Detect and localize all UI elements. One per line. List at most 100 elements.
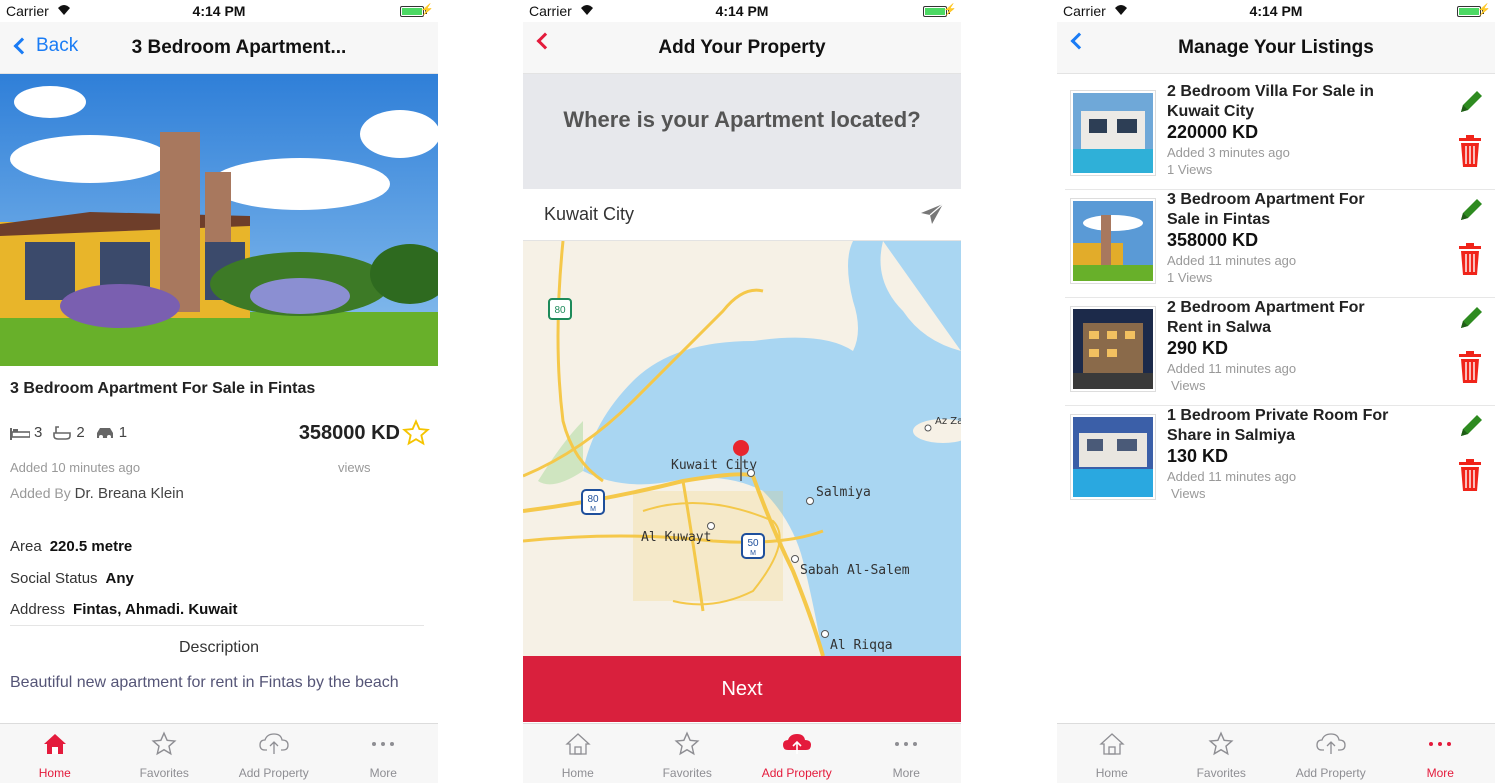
edit-pencil-icon[interactable] [1457, 88, 1485, 121]
charging-icon: ⚡ [1477, 4, 1491, 16]
listing-thumbnail[interactable] [1070, 198, 1156, 284]
bed-icon [10, 426, 30, 440]
description-heading: Description [178, 639, 260, 656]
tab-add-property-label: Add Property [1295, 766, 1366, 780]
cloud-upload-icon [1276, 730, 1386, 758]
next-button[interactable]: Next [523, 656, 961, 722]
home-icon [523, 730, 633, 758]
page-title: 3 Bedroom Apartment... [131, 37, 347, 58]
tab-add-property[interactable]: Add Property [1276, 724, 1386, 783]
tab-add-property[interactable]: Add Property [219, 724, 329, 783]
location-map[interactable]: 80 80 M 50 M Kuwait City Salmiya Al Kuwa… [523, 241, 961, 656]
parking-count: 1 [118, 424, 128, 441]
listing-title: 3 Bedroom Apartment For Sale in Fintas [1167, 191, 1365, 228]
listing-thumbnail[interactable] [1070, 306, 1156, 392]
tab-home[interactable]: Home [523, 724, 633, 783]
property-features: 3 2 1 [10, 424, 137, 441]
delete-trash-icon[interactable] [1457, 458, 1483, 497]
listing-views: 1 Views [1167, 162, 1213, 177]
listing-item[interactable]: 2 Bedroom Villa For Sale in Kuwait City … [1065, 82, 1495, 190]
property-photo[interactable] [0, 74, 438, 366]
tab-favorites[interactable]: Favorites [1167, 724, 1277, 783]
tab-home-label: Home [1095, 766, 1128, 780]
location-input[interactable]: Kuwait City [523, 189, 961, 241]
listing-added: Added 3 minutes ago [1167, 145, 1290, 160]
listing-item[interactable]: 3 Bedroom Apartment For Sale in Fintas 3… [1065, 190, 1495, 298]
star-icon [1167, 730, 1277, 758]
tab-more[interactable]: More [1386, 724, 1496, 783]
tab-home-label: Home [38, 766, 71, 780]
listing-price: 220000 KD [1167, 122, 1259, 142]
listing-title: 1 Bedroom Private Room For Share in Salm… [1167, 407, 1389, 444]
tab-favorites[interactable]: Favorites [110, 724, 220, 783]
cloud-upload-icon [219, 730, 329, 758]
tab-more[interactable]: More [329, 724, 439, 783]
listing-views: Views [1171, 378, 1206, 393]
social-status-value: Any [105, 570, 134, 587]
more-dots-icon [329, 730, 439, 758]
add-property-screen: Carrier 4:14 PM ⚡ Add Your Property Wher… [523, 0, 961, 783]
listing-title: 2 Bedroom Apartment For Rent in Salwa [1167, 299, 1365, 336]
tab-more-label: More [1426, 766, 1454, 780]
edit-pencil-icon[interactable] [1457, 412, 1485, 445]
bathtub-icon [52, 425, 72, 441]
listing-views: 1 Views [1167, 270, 1213, 285]
listing-views: Views [1171, 486, 1206, 501]
tab-add-property[interactable]: Add Property [742, 724, 852, 783]
home-icon [0, 730, 110, 758]
delete-trash-icon[interactable] [1457, 242, 1483, 281]
tab-more-label: More [892, 766, 920, 780]
cloud-upload-icon [742, 730, 852, 758]
navigation-bar: Manage Your Listings [1057, 22, 1495, 74]
address-value: Fintas, Ahmadi. Kuwait [73, 601, 238, 618]
area-value: 220.5 metre [49, 538, 133, 555]
listing-thumbnail[interactable] [1070, 90, 1156, 176]
area-row: Area 220.5 metre [10, 538, 132, 555]
star-icon [633, 730, 743, 758]
listing-price: 130 KD [1167, 446, 1229, 466]
route-80m-suffix: M [590, 506, 596, 513]
tab-more[interactable]: More [852, 724, 962, 783]
map-label-salmiya: Salmiya [816, 485, 871, 500]
tab-bar: Home Favorites Add Property More [523, 723, 961, 783]
clock-label: 4:14 PM [715, 3, 769, 19]
map-label-az-za: Az Za [935, 416, 961, 427]
edit-pencil-icon[interactable] [1457, 196, 1485, 229]
tab-home[interactable]: Home [1057, 724, 1167, 783]
views-label: views [338, 460, 371, 475]
clock-label: 4:14 PM [192, 3, 246, 19]
listing-price: 290 KD [1167, 338, 1229, 358]
tab-bar: Home Favorites Add Property More [1057, 723, 1495, 783]
route-80m-label: 80 [587, 494, 599, 505]
bed-count: 3 [34, 424, 43, 441]
favorite-star-icon[interactable] [402, 419, 430, 452]
tab-bar: Home Favorites Add Property More [0, 723, 438, 783]
charging-icon: ⚡ [420, 4, 434, 16]
tab-home[interactable]: Home [0, 724, 110, 783]
listing-title: 2 Bedroom Villa For Sale in Kuwait City [1167, 83, 1374, 120]
map-label-kuwait-city: Kuwait City [671, 458, 757, 473]
status-bar: Carrier 4:14 PM ⚡ [0, 0, 438, 22]
area-label: Area [10, 538, 42, 555]
route-50m-suffix: M [750, 550, 756, 557]
listing-item[interactable]: 2 Bedroom Apartment For Rent in Salwa 29… [1065, 298, 1495, 406]
route-50m-label: 50 [747, 538, 759, 549]
star-icon [110, 730, 220, 758]
tab-home-label: Home [561, 766, 594, 780]
property-title: 3 Bedroom Apartment For Sale in Fintas [10, 380, 316, 397]
tab-favorites[interactable]: Favorites [633, 724, 743, 783]
delete-trash-icon[interactable] [1457, 134, 1483, 173]
listing-added: Added 11 minutes ago [1167, 361, 1297, 376]
listing-added: Added 11 minutes ago [1167, 469, 1297, 484]
map-label-al-riqqa: Al Riqqa [830, 638, 893, 653]
listing-item[interactable]: 1 Bedroom Private Room For Share in Salm… [1065, 406, 1495, 514]
delete-trash-icon[interactable] [1457, 350, 1483, 389]
edit-pencil-icon[interactable] [1457, 304, 1485, 337]
location-arrow-icon[interactable] [919, 202, 945, 231]
listing-thumbnail[interactable] [1070, 414, 1156, 500]
address-row: Address Fintas, Ahmadi. Kuwait [10, 601, 238, 618]
bath-count: 2 [76, 424, 85, 441]
chevron-left-icon [13, 37, 31, 55]
route-80-label: 80 [554, 305, 566, 316]
divider [10, 625, 424, 626]
